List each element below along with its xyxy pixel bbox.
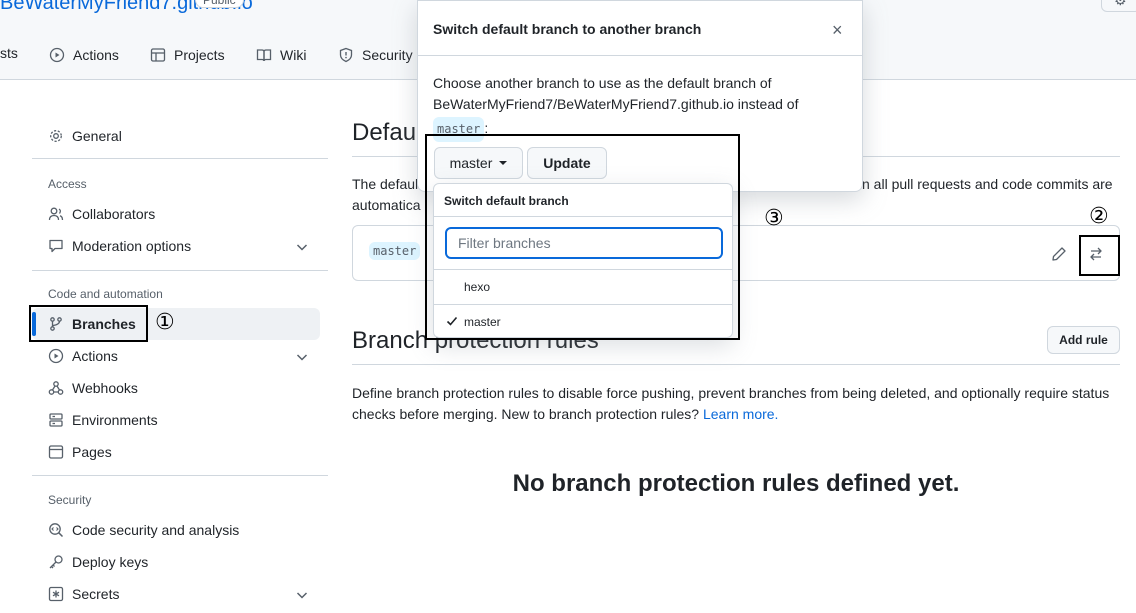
empty-state-message: No branch protection rules defined yet. [512,470,960,497]
chevron-down-icon[interactable] [294,239,310,255]
sidebar-item-deploy-keys[interactable]: Deploy keys [32,546,320,578]
sidebar-heading-security: Security [48,493,92,507]
sidebar-item-collaborators[interactable]: Collaborators [32,198,320,230]
play-icon [48,348,64,364]
server-icon [49,413,63,427]
sidebar-item-label: Deploy keys [72,554,149,570]
chevron-down-icon[interactable] [294,349,310,365]
sidebar-heading-code: Code and automation [48,287,163,301]
header-corner-button[interactable]: ⚙ [1101,0,1136,12]
current-branch-chip: master [369,242,421,260]
gear-icon [50,130,62,142]
sidebar-item-label: Secrets [72,586,120,602]
tab-security-label: Security [362,47,413,63]
sidebar-item-code-security[interactable]: Code security and analysis [32,514,320,546]
sidebar-item-webhooks[interactable]: Webhooks [32,372,320,404]
table-icon [150,48,166,62]
protection-desc-2-row: checks before merging. New to branch pro… [352,404,778,425]
sidebar-item-secrets[interactable]: Secrets [32,578,320,610]
key-icon [49,555,63,569]
annotation-box-switch [1079,235,1120,276]
book-icon [256,49,272,62]
learn-more-link[interactable]: Learn more. [703,406,778,422]
dialog-title: Switch default branch to another branch [433,21,702,37]
annotation-box-dropdown [425,134,740,340]
sidebar-item-label: Actions [72,348,118,364]
tab-actions-label: Actions [73,47,119,63]
default-branch-heading: Defau [352,119,417,146]
sidebar-item-actions[interactable]: Actions [32,340,320,372]
person-icon [48,207,64,221]
protection-divider [352,364,1120,365]
protection-desc-2: checks before merging. New to branch pro… [352,406,700,422]
tab-wiki-label: Wiki [280,47,307,63]
comment-icon [49,239,63,253]
sidebar-item-general[interactable]: General [32,120,320,152]
tab-pull-requests[interactable]: sts [0,45,18,61]
visibility-badge: Public [195,0,244,8]
sidebar-item-label: General [72,128,122,144]
chevron-down-icon[interactable] [294,587,310,603]
dialog-body: Choose another branch to use as the defa… [433,73,798,142]
annotation-number-2: ② [1089,204,1109,229]
sidebar-item-label: Collaborators [72,206,156,222]
default-branch-desc-right: n all pull requests and code commits are [862,176,1113,192]
annotation-number-1: ① [155,310,175,335]
browser-icon [48,445,64,459]
asterisk-icon [48,586,64,602]
dialog-body-line-2: BeWaterMyFriend7/BeWaterMyFriend7.github… [433,96,799,112]
sidebar-divider [32,158,328,159]
tab-security[interactable]: Security [338,45,413,65]
sidebar-item-environments[interactable]: Environments [32,404,320,436]
tab-projects[interactable]: Projects [150,45,225,65]
sidebar-heading-access: Access [48,177,87,191]
protection-desc-1: Define branch protection rules to disabl… [352,385,1110,401]
sidebar-item-label: Pages [72,444,112,460]
add-rule-button[interactable]: Add rule [1047,326,1120,354]
dialog-header-divider [418,55,862,56]
default-branch-desc-left-2: automatica [352,197,421,213]
codescan-icon [49,523,64,538]
gear-icon: ⚙ [1114,0,1127,8]
sidebar-divider [32,270,328,271]
tab-actions[interactable]: Actions [49,45,119,65]
close-icon[interactable]: × [832,21,843,39]
dialog-body-line-1: Choose another branch to use as the defa… [433,75,772,91]
sidebar-divider [32,475,328,476]
sidebar-item-label: Moderation options [72,238,192,254]
sidebar-item-label: Environments [72,412,158,428]
sidebar-item-pages[interactable]: Pages [32,436,320,468]
default-branch-desc-left-1: The defaul [352,176,419,192]
shield-icon [339,47,353,63]
tab-projects-label: Projects [174,47,225,63]
pencil-icon[interactable] [1051,246,1067,262]
sidebar-item-moderation[interactable]: Moderation options [32,230,320,262]
tab-wiki[interactable]: Wiki [256,45,306,65]
sidebar-item-label: Code security and analysis [72,522,240,538]
sidebar-item-label: Webhooks [72,380,138,396]
annotation-number-3: ③ [764,206,784,231]
annotation-box-branches [29,305,148,342]
webhook-icon [48,381,64,395]
play-icon [49,47,65,63]
